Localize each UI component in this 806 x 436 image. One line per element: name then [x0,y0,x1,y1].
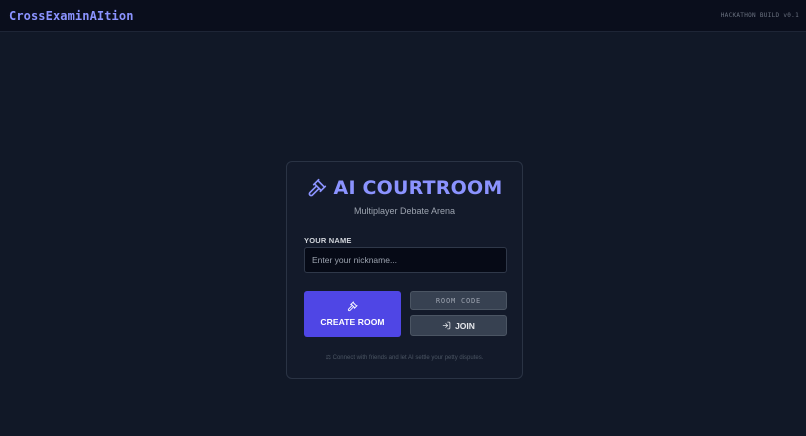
nickname-input[interactable] [304,247,507,273]
build-label: HACKATHON BUILD v0.1 [720,12,799,19]
login-card: AI COURTROOM Multiplayer Debate Arena YO… [286,161,523,379]
join-button[interactable]: JOIN [410,315,507,336]
gavel-icon [308,178,326,197]
create-room-button[interactable]: CREATE ROOM [304,291,401,337]
log-in-icon [442,321,451,330]
footer-tagline: ⚖ Connect with friends and let AI settle… [325,355,484,361]
name-label: YOUR NAME [304,236,352,245]
create-room-label: CREATE ROOM [320,317,385,327]
app-brand[interactable]: CrossExaminAItion [9,9,134,23]
top-bar: CrossExaminAItion HACKATHON BUILD v0.1 [0,0,806,32]
gavel-icon [347,301,358,312]
join-label: JOIN [455,320,475,331]
page-title: AI COURTROOM [333,177,503,199]
page-subtitle: Multiplayer Debate Arena [353,206,456,216]
card-header: AI COURTROOM [287,177,522,199]
room-code-input[interactable] [410,291,507,310]
